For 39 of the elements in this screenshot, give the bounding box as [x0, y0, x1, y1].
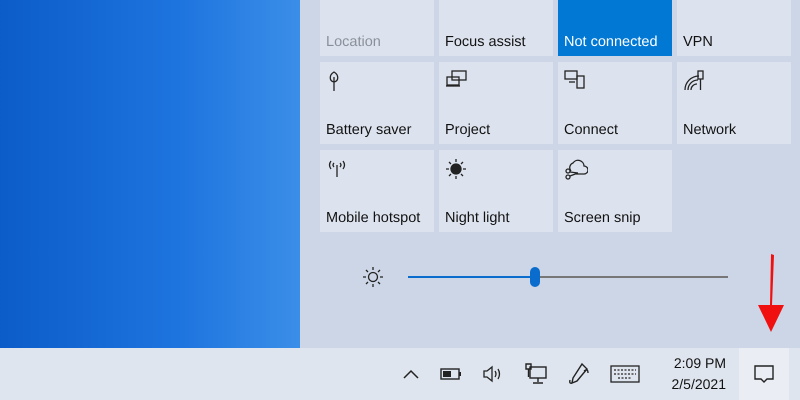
- quick-action-tile[interactable]: Battery saver: [320, 62, 434, 144]
- quick-action-tile[interactable]: Project: [439, 62, 553, 144]
- quick-action-tile[interactable]: Night light: [439, 150, 553, 232]
- tile-label: VPN: [683, 34, 714, 50]
- scissors-cloud-icon: [564, 158, 588, 180]
- quick-action-tile[interactable]: VPN: [677, 0, 791, 56]
- quick-action-tile[interactable]: Mobile hotspot: [320, 150, 434, 232]
- quick-action-tile[interactable]: Focus assist: [439, 0, 553, 56]
- monitors-icon: [445, 70, 467, 88]
- notification-button[interactable]: [739, 348, 789, 400]
- antenna-icon: [326, 158, 348, 178]
- slider-thumb[interactable]: [530, 267, 540, 287]
- tile-label: Focus assist: [445, 34, 527, 50]
- tile-label: Screen snip: [564, 210, 642, 226]
- tile-label: Not connected: [564, 34, 659, 50]
- quick-action-tile[interactable]: Not connected: [558, 0, 672, 56]
- pen-icon[interactable]: [568, 362, 590, 386]
- brightness-icon: [362, 266, 384, 288]
- sun-icon: [445, 158, 467, 180]
- tile-label: Mobile hotspot: [326, 210, 422, 226]
- tile-label: Network: [683, 122, 738, 138]
- wifi-icon: [683, 70, 705, 92]
- quick-action-tile[interactable]: Connect: [558, 62, 672, 144]
- chevron-up-icon[interactable]: [402, 369, 420, 379]
- quick-action-tile[interactable]: Screen snip: [558, 150, 672, 232]
- tile-label: Battery saver: [326, 122, 412, 138]
- tile-label: Night light: [445, 210, 510, 226]
- date-text: 2/5/2021: [672, 375, 726, 394]
- clock[interactable]: 2:09 PM 2/5/2021: [666, 353, 726, 395]
- tile-label: Connect: [564, 122, 620, 138]
- speech-bubble-icon: [753, 363, 775, 385]
- keyboard-icon[interactable]: [610, 365, 640, 383]
- quick-action-tile[interactable]: Network: [677, 62, 791, 144]
- network-icon[interactable]: [524, 363, 548, 385]
- devices-icon: [564, 70, 586, 90]
- time-text: 2:09 PM: [674, 354, 726, 373]
- tile-label: Location: [326, 34, 382, 50]
- battery-icon[interactable]: [440, 368, 462, 380]
- tile-label: Project: [445, 122, 492, 138]
